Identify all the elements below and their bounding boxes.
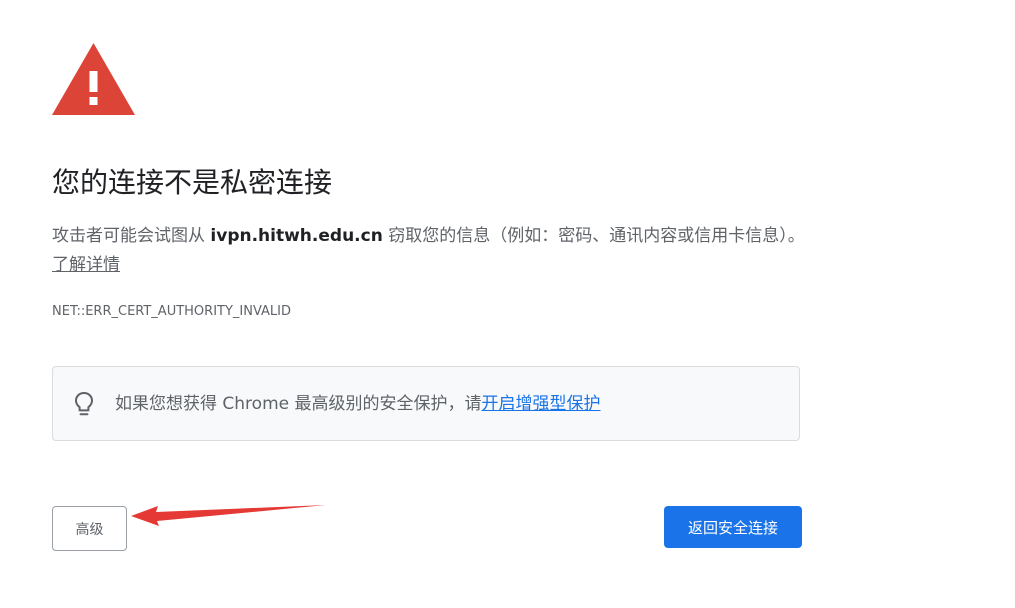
promo-message: 如果您想获得 Chrome 最高级别的安全保护，请 bbox=[115, 394, 482, 414]
promo-text: 如果您想获得 Chrome 最高级别的安全保护，请开启增强型保护 bbox=[115, 391, 601, 417]
advanced-button[interactable]: 高级 bbox=[52, 506, 127, 551]
message-prefix: 攻击者可能会试图从 bbox=[52, 226, 211, 246]
enhanced-protection-promo: 如果您想获得 Chrome 最高级别的安全保护，请开启增强型保护 bbox=[52, 366, 800, 441]
message-suffix: 窃取您的信息（例如：密码、通讯内容或信用卡信息）。 bbox=[382, 226, 805, 246]
error-code: NET::ERR_CERT_AUTHORITY_INVALID bbox=[52, 304, 292, 319]
learn-more-link[interactable]: 了解详情 bbox=[52, 255, 120, 275]
enhanced-protection-link[interactable]: 开启增强型保护 bbox=[482, 394, 601, 414]
warning-triangle-icon bbox=[52, 43, 135, 115]
annotation-arrow-icon bbox=[131, 505, 326, 526]
page-title: 您的连接不是私密连接 bbox=[52, 166, 333, 199]
lightbulb-icon bbox=[75, 392, 93, 416]
back-to-safety-button[interactable]: 返回安全连接 bbox=[664, 506, 802, 548]
error-message: 攻击者可能会试图从 ivpn.hitwh.edu.cn 窃取您的信息（例如：密码… bbox=[52, 222, 812, 280]
hostname: ivpn.hitwh.edu.cn bbox=[210, 226, 383, 246]
